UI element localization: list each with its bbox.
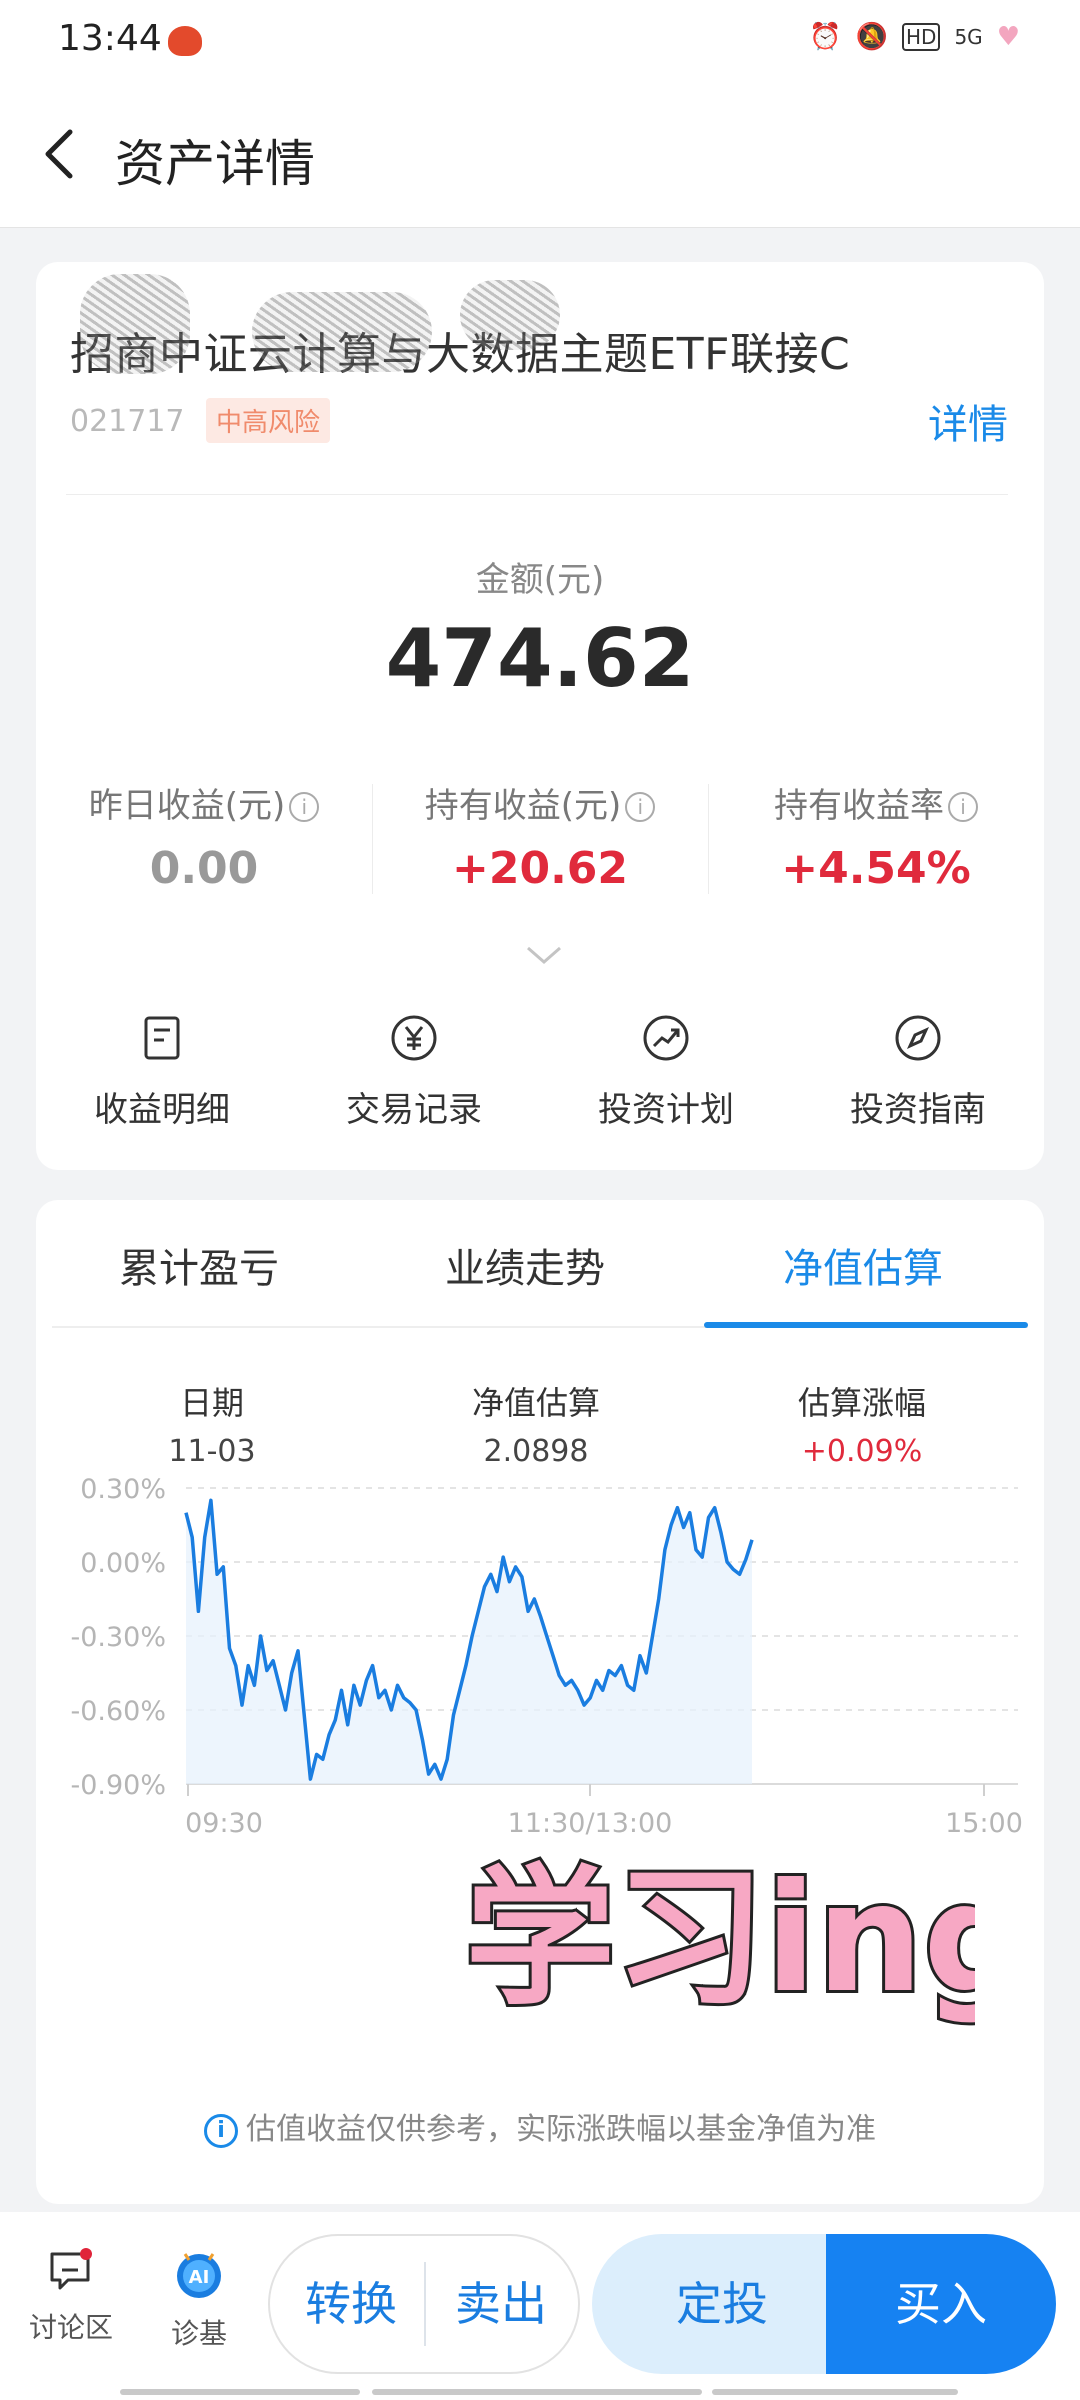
alarm-icon: ⏰ [809,22,842,52]
stat-label: 昨日收益(元) [88,786,286,826]
chevron-down-icon[interactable] [524,944,564,968]
page-title: 资产详情 [115,135,315,193]
asset-card: 招商中证云计算与大数据主题ETF联接C 021717 中高风险 详情 金额(元)… [36,262,1044,1170]
svg-text:AI: AI [189,2267,210,2288]
info-nav: 净值估算 2.0898 [376,1378,696,1469]
active-tab-indicator [704,1322,1028,1328]
info-icon[interactable]: i [625,792,656,822]
redaction-scribble [252,292,432,372]
nav-label: 净值估算 [471,1384,600,1422]
stat-value: 0.00 [149,843,259,894]
tab-nav-estimate[interactable]: 净值估算 [700,1236,1026,1294]
status-bar: 13:44 ⏰ 🔕 HD 5G ♥ [0,0,1080,80]
heart-icon: ♥ [996,22,1020,52]
x-tick-label: 09:30 [185,1808,263,1839]
home-indicator [120,2389,360,2395]
action-trade-records[interactable]: 交易记录 [288,1012,540,1131]
action-invest-plan[interactable]: 投资计划 [540,1012,792,1131]
diagnose-label: 诊基 [170,2317,227,2350]
stat-label: 持有收益率 [774,786,944,826]
info-icon[interactable]: i [948,792,978,822]
home-indicator [712,2389,958,2395]
y-tick-label: -0.60% [70,1696,166,1727]
document-icon [144,1016,180,1060]
hd-icon: HD [902,23,941,51]
status-icons: ⏰ 🔕 HD 5G ♥ [809,22,1020,52]
y-tick-label: -0.90% [70,1770,166,1801]
info-icon: i [204,2114,238,2148]
discuss-label: 讨论区 [28,2311,113,2344]
action-label: 投资计划 [598,1090,734,1130]
action-label: 交易记录 [346,1090,482,1130]
chat-icon [50,2248,92,2290]
status-time: 13:44 [58,18,162,59]
mute-icon: 🔕 [855,22,888,52]
redaction-scribble [460,280,560,350]
page-header: 资产详情 [0,80,1080,228]
action-label: 收益明细 [94,1090,230,1130]
redaction-scribble [80,274,190,374]
convert-button[interactable]: 转换 [276,2236,426,2372]
sticker-text: 学习ing [465,1852,975,2026]
diagnose-button[interactable]: AI 诊基 [144,2246,254,2352]
buy-button[interactable]: 买入 [826,2234,1056,2374]
fund-code: 021717 [70,404,185,439]
discuss-button[interactable]: 讨论区 [16,2246,126,2346]
action-income-detail[interactable]: 收益明细 [36,1012,288,1131]
stat-yesterday: 昨日收益(元) i 0.00 [36,778,372,894]
tab-cumulative-pnl[interactable]: 累计盈亏 [36,1236,362,1294]
stat-value: +4.54% [781,843,971,894]
nav-value: 2.0898 [483,1434,589,1469]
stat-label: 持有收益(元) [424,786,622,826]
signal-icon: 5G [954,25,983,49]
tab-performance[interactable]: 业绩走势 [362,1236,688,1294]
amount-label: 金额(元) [475,560,605,600]
bottom-action-bar: 讨论区 AI 诊基 转换 卖出 定投 买入 [0,2212,1080,2400]
info-date: 日期 11-03 [52,1378,372,1469]
sell-button[interactable]: 卖出 [426,2236,576,2372]
y-tick-label: 0.00% [80,1548,166,1579]
change-label: 估算涨幅 [797,1384,926,1422]
stat-holding-profit: 持有收益(元) i +20.62 [372,778,708,894]
back-arrow-icon[interactable] [34,124,90,184]
risk-badge: 中高风险 [206,398,331,443]
info-icon[interactable]: i [289,792,320,822]
action-label: 投资指南 [850,1090,986,1130]
trend-icon [643,1015,689,1061]
study-sticker: 学习ing [462,1849,975,2029]
change-value: +0.09% [801,1434,923,1469]
action-invest-guide[interactable]: 投资指南 [792,1012,1044,1131]
disclaimer: i 估值收益仅供参考，实际涨跌幅以基金净值为准 [36,2104,1044,2148]
ai-icon: AI [177,2253,221,2298]
compass-icon [895,1015,941,1061]
fixed-invest-button[interactable]: 定投 [592,2234,852,2374]
stat-value: +20.62 [451,843,629,894]
yuan-icon [391,1015,437,1061]
date-label: 日期 [179,1384,244,1422]
date-value: 11-03 [168,1434,256,1469]
y-tick-label: -0.30% [70,1622,166,1653]
disclaimer-text: 估值收益仅供参考，实际涨跌幅以基金净值为准 [246,2112,876,2147]
stat-holding-rate: 持有收益率 i +4.54% [708,778,1044,894]
amount-value: 474.62 [385,612,695,705]
detail-link[interactable]: 详情 [928,392,1008,450]
divider [66,494,1008,495]
y-tick-label: 0.30% [80,1474,166,1505]
convert-sell-group: 转换 卖出 [268,2234,580,2374]
app-notification-icon [168,26,202,56]
info-change: 估算涨幅 +0.09% [702,1378,1022,1469]
home-indicator [372,2389,702,2395]
